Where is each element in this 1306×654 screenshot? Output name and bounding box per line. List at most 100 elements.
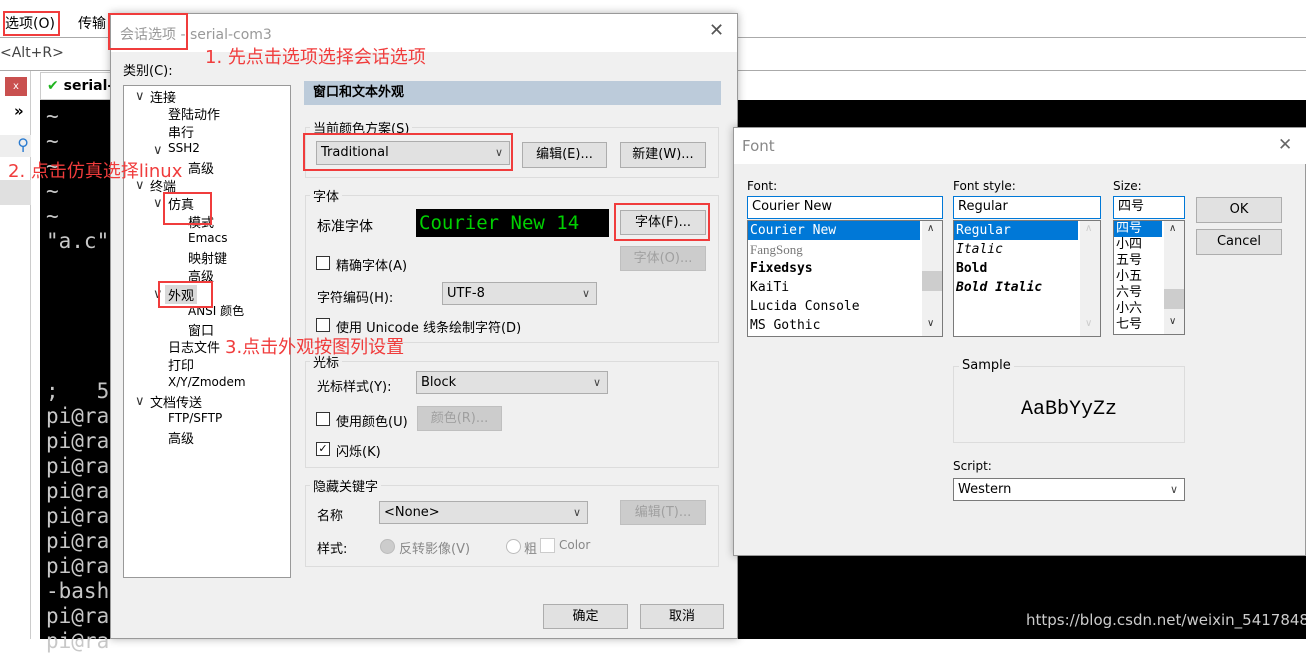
- annotation-box-emulation: [163, 192, 212, 225]
- scrollbar[interactable]: ∧ ∨: [922, 221, 942, 336]
- precise-font-checkbox[interactable]: [316, 256, 330, 270]
- annotation-step3: 3.点击外观按图列设置: [225, 337, 405, 358]
- precise-font-label: 精确字体(A): [336, 259, 408, 274]
- tree-item[interactable]: 日志文件: [168, 337, 220, 356]
- keyword-name-select[interactable]: <None> ∨: [379, 501, 588, 524]
- tree-item[interactable]: 文档传送: [150, 392, 202, 411]
- list-item[interactable]: 四号: [1114, 221, 1162, 237]
- list-item[interactable]: 小四: [1114, 237, 1162, 253]
- list-item[interactable]: Regular: [954, 221, 1078, 240]
- chevron-down-icon: ∨: [1169, 483, 1178, 496]
- font-preview: Courier New 14: [416, 209, 609, 237]
- font-dialog-close-icon[interactable]: ✕: [1278, 135, 1292, 155]
- keywords-legend: 隐藏关键字: [310, 476, 382, 495]
- annotation-step2: 2. 点击仿真选择linux: [8, 161, 183, 182]
- list-item[interactable]: KaiTi: [748, 278, 920, 297]
- menu-transfer[interactable]: 传输: [78, 13, 106, 33]
- sample-text: AaBbYyZz: [1020, 398, 1117, 421]
- list-item[interactable]: 五号: [1114, 253, 1162, 269]
- list-item[interactable]: Italic: [954, 240, 1078, 259]
- list-item[interactable]: 小五: [1114, 269, 1162, 285]
- font-cancel-button[interactable]: Cancel: [1196, 229, 1282, 255]
- annotation-box-appearance: [158, 281, 213, 308]
- annotation-box-options: [3, 11, 60, 36]
- font-input[interactable]: Courier New: [747, 196, 943, 219]
- session-tab[interactable]: ✔ serial-: [40, 72, 120, 100]
- list-item[interactable]: 六号: [1114, 285, 1162, 301]
- tree-item[interactable]: 高级: [188, 158, 214, 177]
- annotation-box-title: [108, 13, 188, 50]
- size-list[interactable]: 四号 小四 五号 小五 六号 小六 七号 ∧ ∨: [1113, 220, 1185, 335]
- font-o-button: 字体(O)...: [620, 246, 706, 271]
- use-color-label: 使用颜色(U): [336, 415, 408, 430]
- keyword-name-label: 名称: [317, 509, 344, 524]
- list-item[interactable]: 小六: [1114, 301, 1162, 317]
- color-checkbox: [540, 538, 555, 553]
- tree-item[interactable]: Emacs: [188, 231, 227, 245]
- font-style-list[interactable]: Regular Italic Bold Bold Italic ∧ ∨: [953, 220, 1101, 337]
- bold-label: 粗: [524, 542, 538, 557]
- font-dialog-title: Font: [742, 137, 775, 155]
- color-label: Color: [559, 538, 591, 552]
- tree-item[interactable]: 串行: [168, 122, 194, 141]
- list-item[interactable]: Lucida Console: [748, 297, 920, 316]
- blink-label: 闪烁(K): [336, 445, 381, 460]
- scrollbar[interactable]: ∧ ∨: [1164, 221, 1184, 334]
- search-icon[interactable]: ⚲: [0, 135, 31, 157]
- cursor-style-select[interactable]: Block ∨: [416, 371, 608, 394]
- chevron-down-icon: ∨: [592, 376, 601, 389]
- tree-item[interactable]: X/Y/Zmodem: [168, 375, 246, 389]
- bold-radio: [506, 539, 521, 554]
- use-color-checkbox[interactable]: [316, 412, 330, 426]
- chevron-down-icon[interactable]: ∨: [153, 196, 163, 211]
- list-item[interactable]: FangSong: [748, 240, 920, 259]
- panel-title: 窗口和文本外观: [304, 81, 721, 105]
- chevron-down-icon[interactable]: ∨: [135, 89, 145, 104]
- cancel-button[interactable]: 取消: [640, 604, 724, 629]
- list-item[interactable]: 七号: [1114, 317, 1162, 333]
- list-item[interactable]: Fixedsys: [748, 259, 920, 278]
- chevron-down-icon: ∨: [572, 506, 581, 519]
- reverse-radio: [380, 539, 395, 554]
- standard-font-label: 标准字体: [317, 219, 373, 235]
- sample-legend: Sample: [959, 358, 1014, 373]
- font-style-input[interactable]: Regular: [953, 196, 1101, 219]
- chevron-down-icon[interactable]: ∨: [135, 394, 145, 409]
- list-item[interactable]: Bold: [954, 259, 1078, 278]
- chevron-down-icon[interactable]: ∨: [153, 143, 163, 158]
- side-band: [0, 180, 31, 205]
- close-icon[interactable]: x: [5, 77, 27, 96]
- dialog-close-icon[interactable]: ✕: [709, 20, 724, 41]
- tree-item[interactable]: SSH2: [168, 141, 200, 155]
- encoding-label: 字符编码(H):: [317, 291, 394, 306]
- encoding-select[interactable]: UTF-8 ∨: [442, 282, 597, 305]
- tree-item[interactable]: FTP/SFTP: [168, 411, 222, 425]
- chevron-down-icon: ∨: [581, 287, 590, 300]
- edit-scheme-button[interactable]: 编辑(E)...: [522, 142, 607, 168]
- font-title-bar: [734, 128, 1306, 164]
- unicode-lines-checkbox[interactable]: [316, 318, 330, 332]
- cursor-color-button: 颜色(R)...: [417, 406, 502, 431]
- list-item[interactable]: Bold Italic: [954, 278, 1078, 297]
- scrollbar: ∧ ∨: [1080, 221, 1100, 336]
- list-item[interactable]: MS Gothic: [748, 316, 920, 335]
- font-style-label: Font style:: [953, 179, 1016, 193]
- new-scheme-button[interactable]: 新建(W)...: [620, 142, 706, 168]
- tree-item[interactable]: 映射键: [188, 248, 227, 267]
- tree-item[interactable]: 高级: [168, 428, 194, 447]
- ok-button[interactable]: 确定: [543, 604, 628, 629]
- tree-item[interactable]: 打印: [168, 355, 194, 374]
- more-button[interactable]: »: [14, 102, 24, 120]
- font-list[interactable]: Courier New FangSong Fixedsys KaiTi Lucida C…: [747, 220, 943, 337]
- annotation-box-scheme: [303, 133, 513, 171]
- keyword-style-label: 样式:: [317, 542, 348, 557]
- list-item[interactable]: Courier New: [748, 221, 920, 240]
- font-ok-button[interactable]: OK: [1196, 197, 1282, 223]
- toolbar-hint: <Alt+R>: [0, 45, 64, 61]
- script-select[interactable]: Western ∨: [953, 478, 1185, 501]
- annotation-box-font: [614, 203, 710, 241]
- blink-checkbox[interactable]: ✓: [316, 442, 330, 456]
- size-input[interactable]: 四号: [1113, 196, 1185, 219]
- font-legend: 字体: [310, 186, 343, 205]
- tree-item[interactable]: 登陆动作: [168, 104, 220, 123]
